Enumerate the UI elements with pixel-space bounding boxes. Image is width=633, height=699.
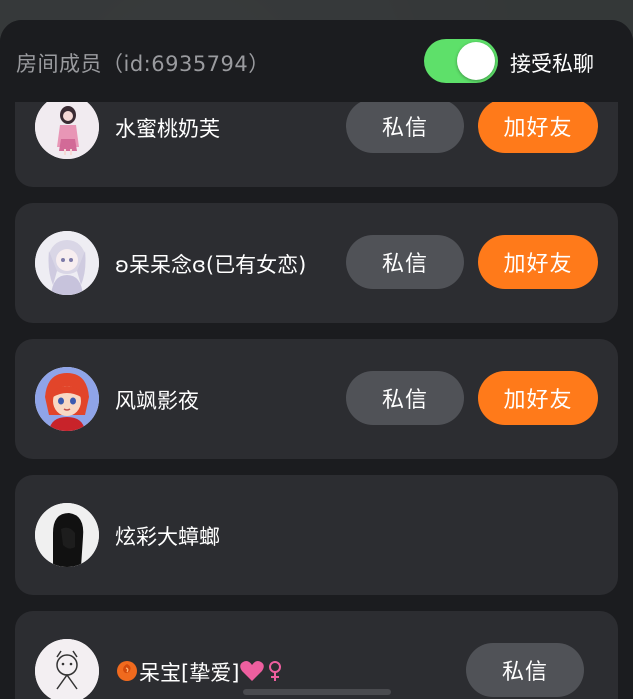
room-title: 房间成员（id:6935794） <box>16 52 270 76</box>
member-name-row: 呆宝[挚爱] <box>115 657 285 688</box>
pink-anime-girl-avatar[interactable] <box>35 95 99 159</box>
sketch-character-avatar[interactable] <box>35 639 99 699</box>
member-name: 风飒影夜 <box>115 389 199 413</box>
heart-icon <box>239 659 265 688</box>
add-friend-button[interactable]: 加好友 <box>478 371 598 425</box>
member-card: 风飒影夜 私信 加好友 <box>15 339 618 459</box>
member-name: 呆宝[挚爱] <box>139 661 240 685</box>
member-card: ʚ呆呆念ɞ(已有女恋) 私信 加好友 <box>15 203 618 323</box>
member-card: 炫彩大蟑螂 <box>15 475 618 595</box>
toggle-label: 接受私聊 <box>510 52 594 76</box>
white-hair-anime-avatar[interactable] <box>35 231 99 295</box>
add-friend-button[interactable]: 加好友 <box>478 235 598 289</box>
member-card: 呆宝[挚爱] 私信 <box>15 611 618 699</box>
rose-icon <box>115 659 139 688</box>
private-message-button[interactable]: 私信 <box>466 643 584 697</box>
home-indicator[interactable] <box>243 689 391 695</box>
accept-private-chat-toggle[interactable] <box>424 39 498 83</box>
private-message-button[interactable]: 私信 <box>346 371 464 425</box>
black-silhouette-avatar[interactable] <box>35 503 99 567</box>
member-name: 水蜜桃奶芙 <box>115 117 220 141</box>
private-message-button[interactable]: 私信 <box>346 99 464 153</box>
private-message-button[interactable]: 私信 <box>346 235 464 289</box>
room-members-panel: 水蜜桃奶芙 私信 加好友 ʚ呆呆念ɞ(已有女恋) 私信 加好友 风飒影夜 私信 … <box>0 20 633 699</box>
member-list[interactable]: 水蜜桃奶芙 私信 加好友 ʚ呆呆念ɞ(已有女恋) 私信 加好友 风飒影夜 私信 … <box>0 20 633 699</box>
member-name: 炫彩大蟑螂 <box>115 525 220 549</box>
red-hair-anime-avatar[interactable] <box>35 367 99 431</box>
add-friend-button[interactable]: 加好友 <box>478 99 598 153</box>
panel-header: 房间成员（id:6935794） 接受私聊 <box>0 20 633 102</box>
member-name: ʚ呆呆念ɞ(已有女恋) <box>115 253 307 277</box>
female-symbol-icon <box>265 659 285 688</box>
toggle-knob <box>457 42 495 80</box>
